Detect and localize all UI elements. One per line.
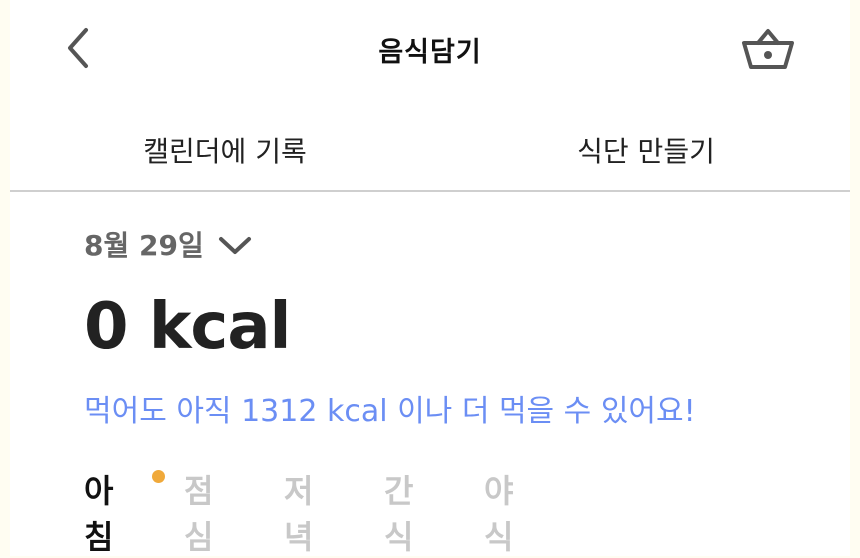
meal-tab-breakfast[interactable]: 아침 [84,466,113,558]
remaining-calories-message: 먹어도 아직 1312 kcal 이나 더 먹을 수 있어요! [84,394,696,429]
basket-icon [742,29,794,69]
tab-calendar-record[interactable]: 캘린더에 기록 [15,130,435,170]
breakfast-indicator-dot [152,470,165,483]
date-selector[interactable]: 8월 29일 [84,224,252,264]
basket-button[interactable] [736,20,800,76]
chevron-down-icon [218,237,251,254]
calorie-total: 0 kcal [84,290,291,364]
meal-tab-late-night[interactable]: 야식 [484,466,513,558]
screen: 음식담기 캘린더에 기록 식단 만들기 8월 29일 0 kcal 먹어도 아직… [10,0,850,556]
page-title: 음식담기 [378,37,482,68]
nav-bar: 음식담기 [10,0,850,100]
meal-tab-snack[interactable]: 간식 [384,466,413,558]
meal-tab-lunch[interactable]: 점심 [184,466,213,558]
date-label: 8월 29일 [84,229,204,262]
tab-bar: 캘린더에 기록 식단 만들기 [10,118,850,192]
meal-tab-dinner[interactable]: 저녁 [284,466,313,558]
tab-make-meal-plan[interactable]: 식단 만들기 [436,130,856,170]
